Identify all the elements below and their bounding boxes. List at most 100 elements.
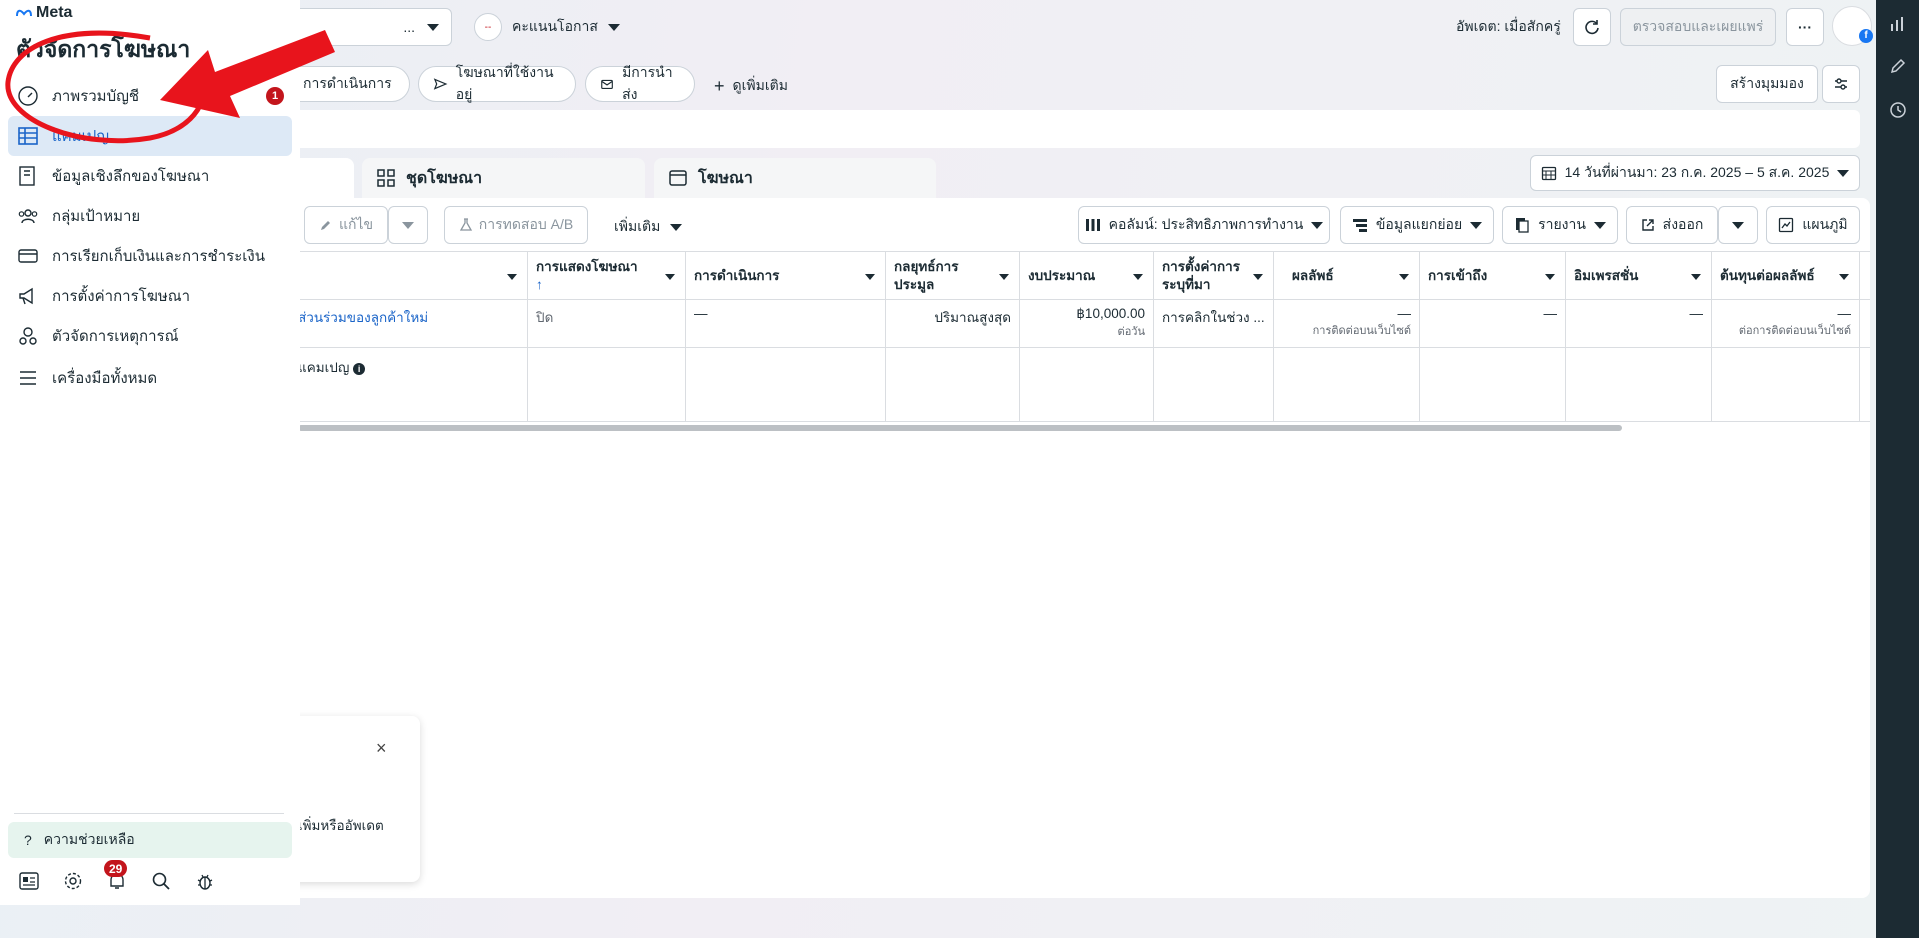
help-button[interactable]: ? ความช่วยเหลือ (8, 822, 292, 858)
attribution-cell: การคลิกในช่วง ... (1154, 300, 1274, 348)
menu-icon (16, 366, 40, 390)
column-header-name[interactable] (290, 252, 528, 300)
horizontal-scrollbar[interactable] (298, 425, 1622, 431)
refresh-icon (1585, 20, 1599, 35)
bid-strategy-cell: ปริมาณสูงสุด (886, 300, 1020, 348)
budget-sub: ต่อวัน (1117, 326, 1145, 338)
sidebar-item-label: กลุ่มเป้าหมาย (52, 208, 141, 225)
column-header-attribution[interactable]: การตั้งค่าการระบุที่มา (1154, 252, 1274, 300)
results-sub: การติดต่อบนเว็บไซต์ (1312, 325, 1411, 337)
opportunity-score[interactable]: -- คะแนนโอกาส (474, 12, 620, 42)
date-range-picker[interactable]: 14 วันที่ผ่านมา: 23 ก.ค. 2025 – 5 ส.ค. 2… (1530, 155, 1860, 191)
sidebar-footer-icons: 29 (18, 860, 216, 892)
news-icon[interactable] (18, 870, 40, 892)
reports-button[interactable]: รายงาน (1502, 206, 1618, 244)
review-publish-button[interactable]: ตรวจสอบและเผยแพร่ (1620, 8, 1776, 46)
chevron-down-icon (1253, 274, 1263, 280)
sidebar-item-audiences[interactable]: กลุ่มเป้าหมาย (8, 196, 292, 236)
refresh-button[interactable] (1573, 8, 1611, 46)
edit-dropdown-button[interactable] (388, 206, 428, 244)
notification-count-badge: 29 (104, 860, 128, 877)
chevron-down-icon (402, 221, 414, 229)
column-header-delivery[interactable]: การแสดงโฆษณา ↑ (528, 252, 686, 300)
export-button[interactable]: ส่งออก (1626, 206, 1718, 244)
search-icon[interactable] (150, 870, 172, 892)
export-label: ส่งออก (1662, 216, 1704, 232)
tab-ad-sets[interactable]: ชุดโฆษณา (362, 158, 645, 198)
sidebar-item-label: การตั้งค่าการโฆษณา (52, 288, 191, 305)
campaign-name-link[interactable]: ส่วนร่วมของลูกค้าใหม่ (298, 310, 428, 325)
info-icon[interactable]: i (353, 363, 366, 375)
more-actions-button[interactable]: เพิ่มเติม (614, 216, 683, 238)
chevron-down-icon (670, 223, 683, 231)
filter-chip-active-ads[interactable]: โฆษณาที่ใช้งานอยู่ (418, 64, 576, 102)
help-label: ความช่วยเหลือ (43, 831, 135, 847)
edit-label: แก้ไข (338, 216, 374, 232)
sidebar-item-billing[interactable]: การเรียกเก็บเงินและการชำระเงิน (8, 236, 292, 276)
results-cell: — การติดต่อบนเว็บไซต์ (1274, 300, 1420, 348)
close-icon[interactable]: × (376, 738, 387, 759)
chevron-down-icon (607, 23, 620, 31)
export-dropdown-button[interactable] (1718, 206, 1758, 244)
column-header-label: งบประมาณ (1028, 268, 1096, 283)
charts-button[interactable]: แผนภูมิ (1766, 206, 1860, 244)
clock-icon[interactable] (1888, 100, 1908, 120)
sidebar-item-events-manager[interactable]: ตัวจัดการเหตุการณ์ (8, 316, 292, 356)
more-actions-label: เพิ่มเติม (614, 218, 661, 234)
breakdown-label: ข้อมูลแยกย่อย (1375, 216, 1463, 232)
chevron-down-icon (999, 274, 1009, 280)
column-header-bid-strategy[interactable]: กลยุทธ์การประมูล (886, 252, 1020, 300)
column-header-impressions[interactable]: อิมเพรสชั่น (1566, 252, 1712, 300)
column-header-reach[interactable]: การเข้าถึง (1420, 252, 1566, 300)
column-header-label: ต้นทุนต่อผลลัพธ์ (1720, 268, 1815, 283)
cost-sub: ต่อการติดต่อบนเว็บไซต์ (1738, 325, 1851, 337)
tab-ads[interactable]: โฆษณา (654, 158, 936, 198)
ab-test-button[interactable]: การทดสอบ A/B (444, 206, 588, 244)
credit-card-icon (16, 244, 40, 268)
impressions-cell: — (1566, 300, 1712, 348)
export-icon (1641, 219, 1654, 231)
create-view-button[interactable]: สร้างมุมมอง (1716, 65, 1818, 103)
bar-chart-icon[interactable] (1888, 14, 1908, 34)
red-annotation (5, 30, 335, 144)
column-header-actions[interactable]: การดำเนินการ (686, 252, 886, 300)
see-more-filters-button[interactable]: + ดูเพิ่มเติม (714, 75, 788, 97)
sidebar-item-all-tools[interactable]: เครื่องมือทั้งหมด (8, 358, 292, 398)
cost-value: — (1837, 306, 1852, 321)
sliders-icon (1835, 78, 1847, 90)
flask-icon (459, 218, 472, 231)
pencil-icon[interactable] (1888, 56, 1908, 76)
filter-chip-delivering[interactable]: มีการนำส่ง (585, 64, 695, 102)
column-header-label: การดำเนินการ (694, 268, 780, 283)
sidebar-item-ad-settings[interactable]: การตั้งค่าการโฆษณา (8, 276, 292, 316)
column-header-results[interactable]: ผลลัพธ์ (1274, 252, 1420, 300)
question-icon: ? (24, 832, 32, 848)
search-input[interactable] (290, 110, 1860, 148)
column-header-label: การแสดงโฆษณา (536, 259, 638, 274)
edit-button[interactable]: แก้ไข (304, 206, 388, 244)
gear-icon[interactable] (62, 870, 84, 892)
account-selector-text: ... (403, 19, 415, 35)
grid-icon (377, 169, 395, 187)
chevron-down-icon (427, 23, 439, 31)
filter-chip-label: โฆษณาที่ใช้งานอยู่ (455, 64, 554, 102)
chevron-down-icon (1399, 274, 1409, 280)
breakdown-button[interactable]: ข้อมูลแยกย่อย (1340, 206, 1494, 244)
sort-ascending-icon: ↑ (536, 277, 543, 292)
chevron-down-icon (1839, 274, 1849, 280)
more-options-button[interactable]: ··· (1786, 8, 1824, 46)
avatar[interactable]: f (1832, 6, 1873, 46)
summary-label: แคมเปญ (298, 360, 350, 375)
updated-text: อัพเดต: เมื่อสักครู่ (1456, 18, 1561, 34)
filter-settings-button[interactable] (1822, 65, 1860, 103)
bug-icon[interactable] (194, 870, 216, 892)
table-row[interactable]: ส่วนร่วมของลูกค้าใหม่ (290, 300, 528, 348)
bell-button[interactable]: 29 (104, 860, 128, 892)
column-header-budget[interactable]: งบประมาณ (1020, 252, 1154, 300)
plus-icon: + (714, 76, 725, 96)
summary-row: แคมเปญ i (290, 348, 528, 422)
column-header-label: ผลลัพธ์ (1292, 268, 1334, 283)
columns-button[interactable]: คอลัมน์: ประสิทธิภาพการทำงาน (1078, 206, 1330, 244)
column-header-label: อิมเพรสชั่น (1574, 268, 1639, 283)
column-header-cost-per-result[interactable]: ต้นทุนต่อผลลัพธ์ (1712, 252, 1860, 300)
